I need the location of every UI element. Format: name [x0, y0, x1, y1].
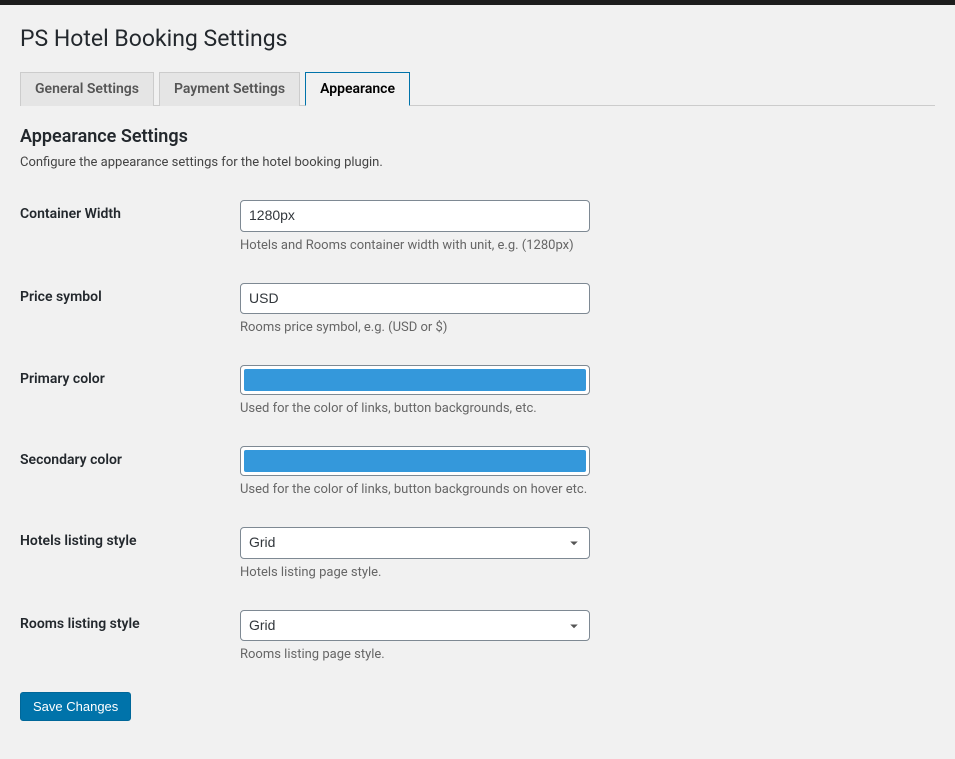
desc-primary-color: Used for the color of links, button back…	[240, 401, 935, 416]
row-secondary-color: Secondary color Used for the color of li…	[20, 446, 935, 497]
page-title: PS Hotel Booking Settings	[20, 25, 935, 52]
tab-payment-settings[interactable]: Payment Settings	[159, 72, 300, 106]
field-price-symbol: Rooms price symbol, e.g. (USD or $)	[240, 283, 935, 336]
save-button[interactable]: Save Changes	[20, 692, 131, 721]
hotels-listing-select[interactable]: Grid	[240, 527, 590, 559]
page-wrapper: PS Hotel Booking Settings General Settin…	[0, 5, 955, 741]
desc-price-symbol: Rooms price symbol, e.g. (USD or $)	[240, 320, 935, 335]
field-container-width: Hotels and Rooms container width with un…	[240, 200, 935, 253]
section-title: Appearance Settings	[20, 126, 935, 147]
container-width-input[interactable]	[240, 200, 590, 232]
row-price-symbol: Price symbol Rooms price symbol, e.g. (U…	[20, 283, 935, 336]
tab-general-settings[interactable]: General Settings	[20, 72, 154, 106]
label-hotels-listing: Hotels listing style	[20, 527, 240, 549]
secondary-color-input[interactable]	[240, 446, 590, 476]
desc-container-width: Hotels and Rooms container width with un…	[240, 238, 935, 253]
price-symbol-input[interactable]	[240, 283, 590, 315]
primary-color-input[interactable]	[240, 365, 590, 395]
row-hotels-listing: Hotels listing style Grid Hotels listing…	[20, 527, 935, 580]
desc-secondary-color: Used for the color of links, button back…	[240, 482, 935, 497]
row-primary-color: Primary color Used for the color of link…	[20, 365, 935, 416]
row-rooms-listing: Rooms listing style Grid Rooms listing p…	[20, 610, 935, 663]
desc-hotels-listing: Hotels listing page style.	[240, 565, 935, 580]
label-price-symbol: Price symbol	[20, 283, 240, 305]
label-secondary-color: Secondary color	[20, 446, 240, 468]
label-container-width: Container Width	[20, 200, 240, 222]
row-container-width: Container Width Hotels and Rooms contain…	[20, 200, 935, 253]
tab-appearance[interactable]: Appearance	[305, 72, 410, 106]
field-secondary-color: Used for the color of links, button back…	[240, 446, 935, 497]
rooms-listing-select[interactable]: Grid	[240, 610, 590, 642]
field-hotels-listing: Grid Hotels listing page style.	[240, 527, 935, 580]
settings-form: Container Width Hotels and Rooms contain…	[20, 200, 935, 662]
secondary-color-swatch	[244, 450, 586, 472]
section-description: Configure the appearance settings for th…	[20, 155, 935, 170]
primary-color-swatch	[244, 369, 586, 391]
tab-nav: General Settings Payment Settings Appear…	[20, 72, 935, 106]
label-primary-color: Primary color	[20, 365, 240, 387]
field-primary-color: Used for the color of links, button back…	[240, 365, 935, 416]
desc-rooms-listing: Rooms listing page style.	[240, 647, 935, 662]
field-rooms-listing: Grid Rooms listing page style.	[240, 610, 935, 663]
label-rooms-listing: Rooms listing style	[20, 610, 240, 632]
